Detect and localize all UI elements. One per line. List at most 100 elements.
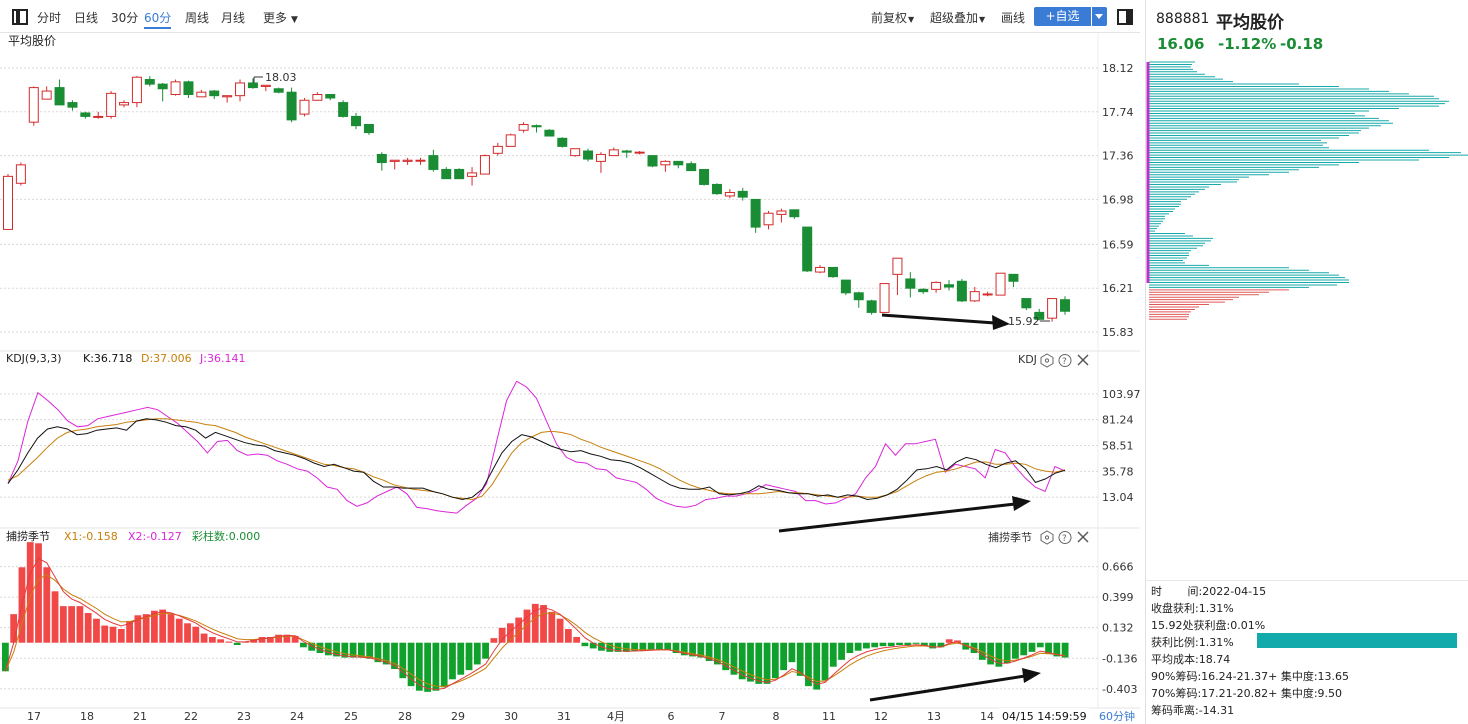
low-price-label: 15.92 — [1008, 315, 1040, 328]
more-periods-dropdown[interactable]: 更多 ▼ — [263, 9, 298, 26]
candle-body — [931, 281, 942, 290]
kdj-k-line — [7, 418, 1066, 501]
cz-name: 捕捞季节 — [6, 529, 50, 543]
draw-line-button[interactable]: 画线 — [1001, 9, 1025, 26]
cz-bar — [540, 605, 547, 643]
xaxis-tick-label: 30 — [504, 710, 518, 723]
xaxis-tick-label: 7 — [719, 710, 726, 723]
cz-bar — [871, 642, 879, 648]
cz-tag: 捕捞季节 — [988, 530, 1032, 544]
layout-toggle-icon[interactable] — [12, 9, 28, 25]
adjust-label: 前复权 — [871, 11, 908, 25]
info-profit-ratio: 获利比例:1.31% — [1151, 636, 1234, 649]
kdj-k-label: K:36.718 — [83, 352, 132, 365]
cz-bar — [217, 639, 225, 643]
cz-bar — [43, 567, 51, 643]
cz-bar — [763, 642, 771, 684]
period-tab-60min[interactable]: 60分 — [144, 9, 172, 29]
info-chip-deviation: 筹码乖离:-14.31 — [1151, 704, 1235, 717]
candle-body — [518, 123, 529, 131]
cz-bar — [573, 637, 581, 643]
cz-bar — [473, 642, 481, 665]
cz-bar — [432, 642, 440, 691]
candle-body — [15, 164, 26, 184]
kdj-help-icon[interactable]: ? — [1058, 354, 1072, 368]
xaxis-tick-label: 23 — [237, 710, 251, 723]
current-price: 16.06 — [1157, 35, 1205, 53]
candle-body — [209, 90, 220, 97]
kdj-settings-icon[interactable] — [1040, 353, 1054, 368]
arrow-head-icon — [1012, 496, 1031, 511]
watchlist-dropdown-icon[interactable] — [1092, 7, 1107, 26]
candle-body — [647, 155, 658, 167]
candle-body — [686, 163, 697, 172]
cz-bar — [175, 618, 183, 643]
period-tab-daily[interactable]: 日线 — [74, 9, 98, 26]
more-label: 更多 — [263, 11, 288, 25]
cz-bar — [987, 642, 994, 665]
overlay-dropdown[interactable]: 超级叠加▼ — [930, 9, 985, 26]
candle-body — [853, 292, 864, 301]
period-tab-30min[interactable]: 30分 — [111, 9, 138, 26]
cz-tick-label: -0.136 — [1102, 652, 1137, 665]
cz-header: 捕捞季节 X1:-0.158 X2:-0.127 彩柱数:0.000 — [6, 529, 260, 543]
candle-body — [479, 155, 490, 175]
cz-bar — [838, 642, 845, 660]
candle-body — [415, 159, 426, 162]
period-tab-weekly[interactable]: 周线 — [185, 9, 209, 26]
cz-settings-icon[interactable] — [1040, 530, 1054, 545]
cz-bar — [1028, 642, 1036, 652]
candle-body — [737, 190, 748, 198]
cz-bar — [10, 614, 18, 643]
candle-body — [467, 172, 478, 177]
high-price-label: 18.03 — [265, 71, 297, 84]
cz-bar — [117, 629, 125, 643]
candle-body — [183, 81, 194, 96]
candle-body — [1008, 273, 1019, 282]
price-tick-label: 16.98 — [1102, 193, 1134, 206]
candle-body — [28, 87, 39, 123]
info-profit-at-low: 15.92处获利盘:0.01% — [1151, 619, 1266, 632]
xaxis-tick-label: 6 — [668, 710, 675, 723]
kdj-header: KDJ(9,3,3) K:36.718 D:37.006 J:36.141 — [6, 352, 245, 365]
candle-body — [351, 115, 362, 127]
candle-body — [441, 168, 452, 180]
cz-close-icon[interactable] — [1077, 531, 1089, 543]
candle-body — [170, 81, 181, 96]
cz-bar — [51, 591, 59, 643]
cz-bar — [192, 626, 200, 643]
add-watchlist-button[interactable]: +自选 — [1034, 7, 1091, 26]
cursor-time: 04/15 14:59:59 — [1002, 710, 1087, 723]
candle-body — [531, 125, 542, 128]
kdj-d-label: D:37.006 — [141, 352, 192, 365]
xaxis-tick-label: 18 — [80, 710, 94, 723]
cz-bar — [407, 642, 415, 687]
candle-body — [892, 257, 903, 275]
adjust-dropdown[interactable]: 前复权▼ — [871, 9, 914, 26]
info-avg-cost: 平均成本:18.74 — [1151, 653, 1231, 666]
cz-tick-label: 0.399 — [1102, 591, 1134, 604]
candle-body — [763, 212, 774, 226]
cz-bar — [664, 642, 672, 650]
info-time: 时 间:2022-04-15 — [1151, 585, 1267, 598]
candle-body — [956, 280, 967, 302]
kdj-tick-label: 58.51 — [1102, 439, 1134, 452]
cz-bar — [159, 609, 167, 643]
kdj-tag: KDJ — [1018, 353, 1037, 366]
stock-chart[interactable]: 18.12 17.74 17.36 16.98 16.59 16.21 15.83 103.… — [0, 33, 1140, 724]
high-marker: 18.03 — [253, 71, 297, 84]
period-tab-timeshare[interactable]: 分时 — [37, 9, 61, 26]
cz-bar — [904, 642, 912, 645]
cz-help-icon[interactable]: ? — [1058, 531, 1072, 545]
candle-body — [570, 148, 581, 157]
cz-bar — [93, 618, 100, 643]
side-panel-toggle-icon[interactable] — [1117, 9, 1133, 25]
period-label[interactable]: 60分钟 — [1099, 709, 1135, 723]
candle-body — [376, 153, 387, 164]
candle-body — [106, 92, 117, 117]
period-tab-monthly[interactable]: 月线 — [221, 9, 245, 26]
kdj-close-icon[interactable] — [1077, 354, 1089, 366]
cz-bar — [821, 642, 829, 681]
candle-body — [338, 102, 349, 117]
candle-body — [454, 168, 465, 180]
